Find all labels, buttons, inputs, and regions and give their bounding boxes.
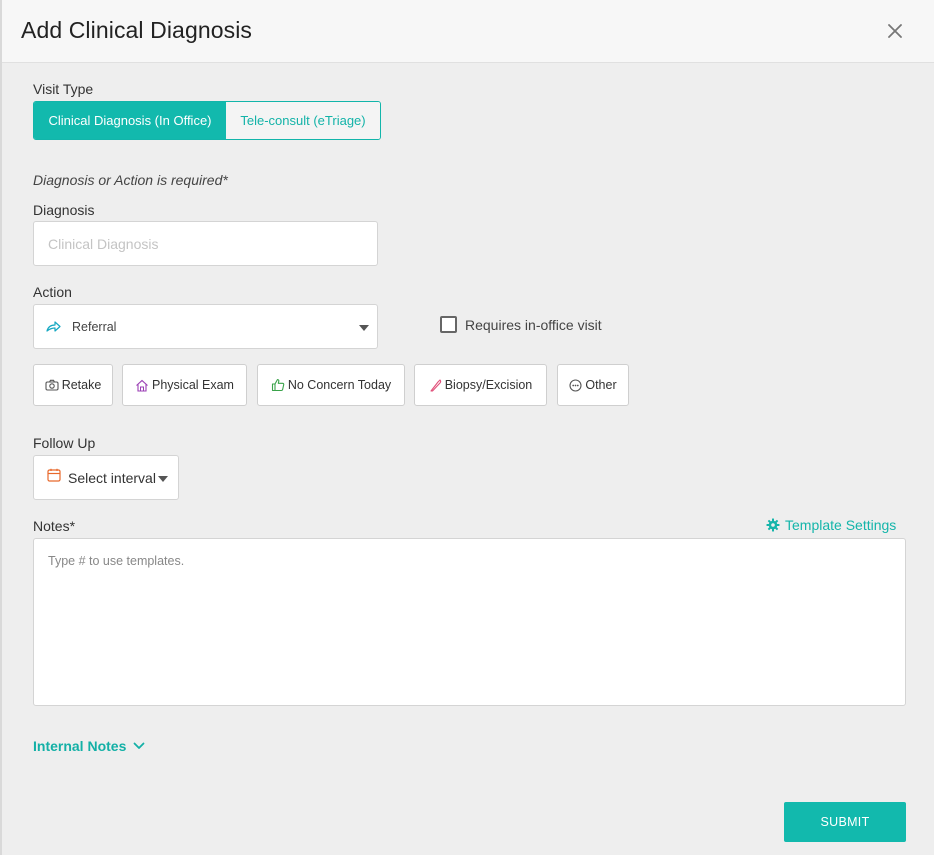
quick-action-no-concern[interactable]: No Concern Today	[257, 364, 405, 406]
submit-button[interactable]: SUBMIT	[784, 802, 906, 842]
thumbs-up-icon	[271, 378, 285, 392]
quick-action-label: Other	[585, 378, 617, 392]
visit-type-in-office[interactable]: Clinical Diagnosis (In Office)	[34, 102, 226, 139]
chevron-down-icon	[158, 476, 168, 482]
action-selected-value: Referral	[72, 319, 117, 334]
internal-notes-toggle[interactable]: Internal Notes	[33, 738, 145, 754]
follow-up-select[interactable]: Select interval	[33, 455, 179, 500]
quick-action-retake[interactable]: Retake	[33, 364, 113, 406]
quick-action-label: Physical Exam	[152, 378, 234, 392]
action-select[interactable]: Referral	[33, 304, 378, 349]
requires-in-office-visit[interactable]: Requires in-office visit	[440, 316, 602, 333]
share-arrow-icon	[45, 319, 61, 335]
chevron-down-icon	[133, 742, 145, 749]
quick-action-label: Retake	[61, 378, 102, 392]
follow-up-placeholder: Select interval	[68, 469, 156, 486]
chevron-down-icon	[359, 325, 369, 331]
diagnosis-input[interactable]	[33, 221, 378, 266]
visit-type-label: Visit Type	[33, 81, 94, 97]
quick-action-physical-exam[interactable]: Physical Exam	[122, 364, 247, 406]
add-diagnosis-modal: Add Clinical Diagnosis Visit Type Clinic…	[0, 0, 934, 855]
follow-up-label: Follow Up	[33, 435, 96, 451]
notes-textarea[interactable]	[33, 538, 906, 706]
house-icon	[136, 379, 148, 392]
quick-action-label: Biopsy/Excision	[444, 378, 533, 392]
diagnosis-label: Diagnosis	[33, 202, 95, 218]
notes-label: Notes*	[33, 518, 76, 534]
requirement-note: Diagnosis or Action is required*	[33, 172, 228, 188]
action-label: Action	[33, 284, 72, 300]
scalpel-icon	[430, 379, 441, 392]
template-settings-label: Template Settings	[785, 517, 897, 533]
requires-in-office-checkbox[interactable]	[440, 316, 457, 333]
quick-action-biopsy[interactable]: Biopsy/Excision	[414, 364, 547, 406]
visit-type-tele-consult[interactable]: Tele-consult (eTriage)	[226, 102, 380, 139]
close-icon[interactable]	[886, 22, 904, 40]
quick-action-other[interactable]: Other	[557, 364, 629, 406]
requires-in-office-label: Requires in-office visit	[465, 316, 602, 333]
camera-icon	[45, 379, 59, 391]
dots-circle-icon	[569, 378, 582, 392]
modal-header: Add Clinical Diagnosis	[2, 0, 934, 63]
quick-action-label: No Concern Today	[287, 378, 392, 392]
modal-title: Add Clinical Diagnosis	[21, 17, 253, 43]
internal-notes-label: Internal Notes	[33, 738, 127, 754]
calendar-icon	[47, 468, 61, 487]
template-settings-link[interactable]: Template Settings	[766, 517, 896, 533]
gear-icon	[766, 518, 780, 532]
visit-type-toggle: Clinical Diagnosis (In Office) Tele-cons…	[33, 101, 381, 140]
